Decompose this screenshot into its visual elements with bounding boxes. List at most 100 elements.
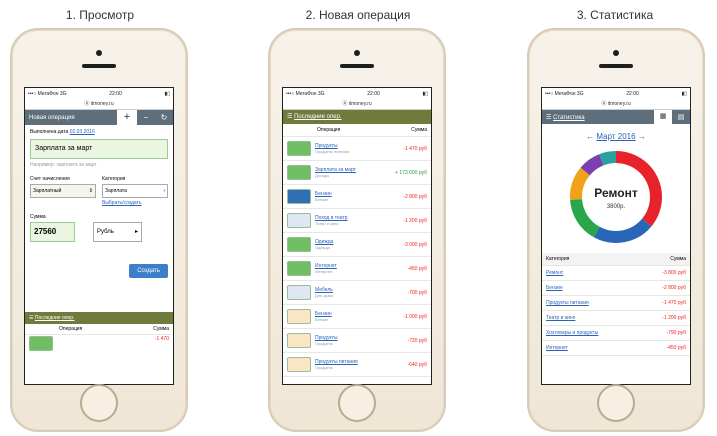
operation-category: Интернет (315, 269, 333, 274)
operation-amount: -1 470 руб (403, 145, 427, 152)
chevron-right-icon: › (163, 188, 165, 194)
url: Ⓐ itmoney.ru (542, 100, 690, 110)
list-item[interactable]: Бензин Бензин -2 800 руб (283, 185, 431, 209)
battery-icon: ▮▯ (681, 91, 687, 97)
operation-amount: -1 200 руб (403, 217, 427, 224)
donut-segment (580, 154, 604, 176)
speaker (82, 64, 116, 68)
col-sum: Сумма (153, 326, 169, 332)
operation-amount: -640 руб (407, 361, 427, 368)
category-name[interactable]: Ремонт (546, 270, 563, 276)
home-button[interactable] (338, 384, 376, 422)
list-item[interactable]: Одежда Одежда -3 000 руб (283, 233, 431, 257)
calendar-icon[interactable]: ▦ (654, 110, 672, 124)
category-row[interactable]: Интернет -450 руб (542, 341, 690, 356)
tab-bar: Новая операция + − ↻ (25, 110, 173, 125)
category-amount: -1 470 руб (662, 300, 686, 306)
category-name[interactable]: Театр и кино (546, 315, 575, 321)
triangle-right-icon: ▸ (134, 229, 138, 235)
home-button[interactable] (80, 384, 118, 422)
card-icon (287, 141, 311, 156)
home-button[interactable] (597, 384, 635, 422)
speaker (340, 64, 374, 68)
minus-icon[interactable]: − (137, 113, 155, 122)
donut-segment (599, 151, 617, 166)
operation-amount: -700 руб (407, 289, 427, 296)
caption-statistics: 3. Статистика (576, 8, 654, 22)
operation-amount: -720 руб (407, 337, 427, 344)
url: Ⓐ itmoney.ru (283, 100, 431, 110)
peek-amount: -1 470 (154, 336, 169, 342)
list-item[interactable]: Бензин Бензин -1 000 руб (283, 305, 431, 329)
category-name[interactable]: Продукты питания (546, 300, 589, 306)
submit-button[interactable]: Создать (129, 264, 168, 278)
category-amount: -450 руб (666, 345, 686, 351)
stats-title[interactable]: Статистика (553, 115, 585, 121)
card-icon (287, 213, 311, 228)
list-icon: ☰ (546, 114, 552, 121)
time: 22:00 (367, 91, 380, 97)
donut-segment (570, 167, 591, 200)
list-item[interactable]: Зарплата за март Доходы + 173 600 руб (283, 161, 431, 185)
list-item[interactable]: Мебель Для дома -700 руб (283, 281, 431, 305)
month-selector[interactable]: Март 2016 (596, 132, 635, 141)
prev-arrow-icon[interactable]: ← (586, 132, 594, 141)
category-row[interactable]: Хозтовары и продукты -790 руб (542, 326, 690, 341)
list-item[interactable]: Поход в театр Театр и кино -1 200 руб (283, 209, 431, 233)
table-icon[interactable]: ▤ (672, 113, 690, 121)
operations-list: Продукты Продукты питания -1 470 руб Зарпла… (283, 137, 431, 377)
list-item-peek: -1 470 (25, 335, 173, 352)
stats-header: ☰ Статистика ▦ ▤ (542, 110, 690, 124)
phone-view: •••○ МегаФон 3G 22:00 ▮▯ Ⓐ itmoney.ru Но… (10, 28, 188, 432)
operation-category: Театр и кино (315, 221, 339, 226)
category-name[interactable]: Хозтовары и продукты (546, 330, 598, 336)
hint-text: Например: зарплата за март (30, 162, 97, 168)
camera (96, 50, 102, 56)
operation-category: Бензин (315, 317, 329, 322)
battery-icon: ▮▯ (164, 91, 170, 97)
operation-category: Бензин (315, 197, 329, 202)
currency-select[interactable]: Рубль ▸ (93, 222, 142, 242)
screen: •••○ МегаФон 3G 22:00 ▮▯ Ⓐ itmoney.ru Но… (24, 87, 174, 385)
category-name[interactable]: Интернет (546, 345, 568, 351)
list-item[interactable]: Интернет Интернет -450 руб (283, 257, 431, 281)
list-item[interactable]: Продукты Продукты питания -1 470 руб (283, 137, 431, 161)
category-amount: -3 800 руб (662, 270, 686, 276)
carrier: •••○ МегаФон 3G (28, 91, 67, 97)
card-icon (287, 189, 311, 204)
category-row[interactable]: Бензин -2 800 руб (542, 281, 690, 296)
list-item[interactable]: Продукты питания Продукты -640 руб (283, 353, 431, 377)
date-link[interactable]: 02.03.2016 (70, 129, 95, 135)
card-icon (287, 357, 311, 372)
caption-view: 1. Просмотр (65, 8, 135, 22)
category-name[interactable]: Бензин (546, 285, 563, 291)
card-icon (287, 333, 311, 348)
title-input[interactable]: Зарплата за март (30, 139, 168, 159)
category-row[interactable]: Продукты питания -1 470 руб (542, 296, 690, 311)
sum-input[interactable]: 27560 (30, 222, 75, 242)
time: 22:00 (626, 91, 639, 97)
donut-segment (593, 218, 652, 243)
account-select[interactable]: Зарплатный ⇕ (30, 184, 96, 198)
operation-category: Для дома (315, 293, 333, 298)
category-link[interactable]: Выбрать/создать (102, 200, 168, 206)
card-icon (287, 165, 311, 180)
category-row[interactable]: Ремонт -3 800 руб (542, 266, 690, 281)
col-operation: Операция (59, 326, 83, 332)
recent-header: ☰ Последние опер. (25, 312, 173, 324)
donut-value: 3800р. (607, 204, 626, 210)
refresh-icon[interactable]: ↻ (155, 113, 173, 122)
category-row[interactable]: Театр и кино -1 200 руб (542, 311, 690, 326)
chevron-down-icon: ⇕ (88, 188, 93, 194)
operation-category: Доходы (315, 173, 330, 178)
category-select[interactable]: Зарплата › (102, 184, 168, 198)
category-label: Категория (102, 176, 126, 182)
list-item[interactable]: Продукты Продукты -720 руб (283, 329, 431, 353)
next-arrow-icon[interactable]: → (638, 132, 646, 141)
plus-icon[interactable]: + (117, 110, 137, 125)
operation-amount: -450 руб (407, 265, 427, 272)
phone-new-operation: •••○ МегаФон 3G 22:00 ▮▯ Ⓐ itmoney.ru ☰ … (268, 28, 446, 432)
card-icon (287, 285, 311, 300)
tab-new-operation[interactable]: Новая операция (25, 115, 117, 121)
card-icon (287, 237, 311, 252)
